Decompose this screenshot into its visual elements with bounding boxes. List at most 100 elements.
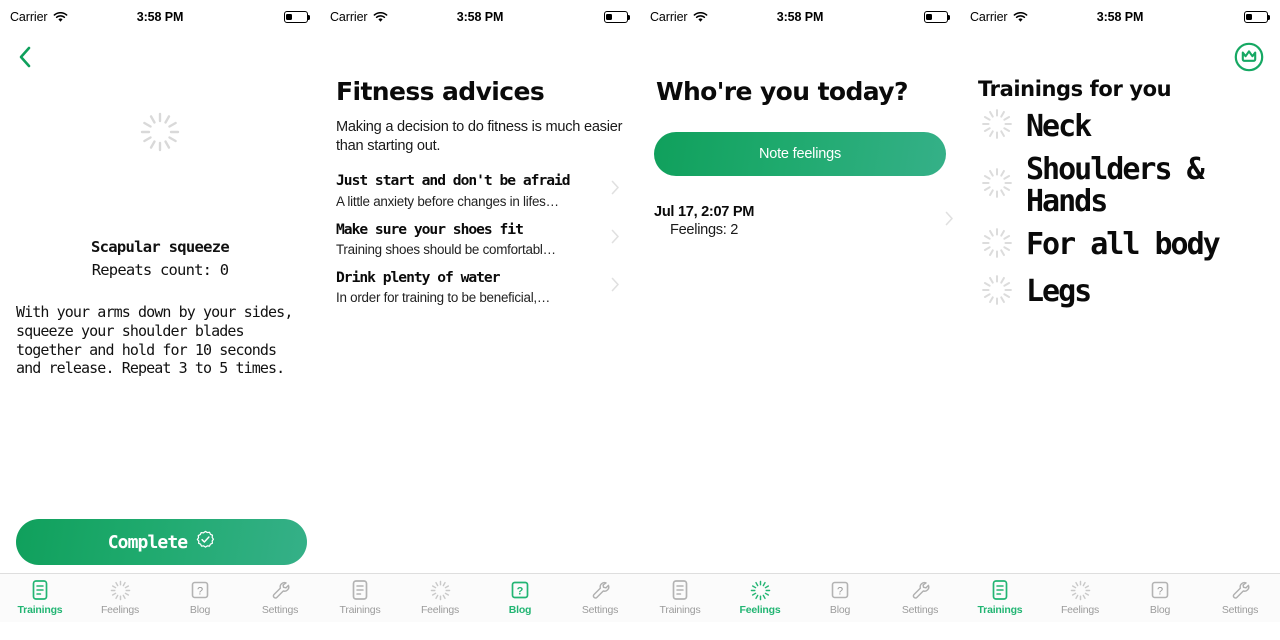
tab-settings[interactable]: Settings xyxy=(1200,579,1280,616)
tab-label-trainings: Trainings xyxy=(339,604,381,616)
question-box-icon: ? xyxy=(1149,579,1171,601)
note-feelings-button[interactable]: Note feelings xyxy=(654,131,946,176)
tab-bar: Trainings Feelings ? Blog Settings xyxy=(640,573,960,622)
spinner-circle-icon xyxy=(429,579,451,601)
tab-label-settings: Settings xyxy=(581,604,619,616)
advice-text: Drink plenty of water In order for train… xyxy=(336,269,603,305)
tab-settings[interactable]: Settings xyxy=(880,579,960,616)
tab-trainings[interactable]: Trainings xyxy=(0,579,80,616)
tab-bar: Trainings Feelings ? Blog Settings xyxy=(320,573,640,622)
trainings-list: Neck Shoulders & Hands For all body Legs xyxy=(974,107,1266,312)
tab-blog[interactable]: ? Blog xyxy=(800,579,880,616)
tab-blog[interactable]: ? Blog xyxy=(1120,579,1200,616)
list-item[interactable]: For all body xyxy=(974,226,1266,265)
crown-circle-icon[interactable] xyxy=(1232,40,1266,74)
question-box-icon: ? xyxy=(189,579,211,601)
tab-label-blog: Blog xyxy=(508,604,532,616)
feeling-entry-text: Jul 17, 2:07 PM Feelings: 2 xyxy=(654,204,937,238)
status-bar: Carrier 3:58 PM xyxy=(960,0,1280,34)
feeling-entry-count: Feelings: 2 xyxy=(670,221,739,238)
tab-label-trainings: Trainings xyxy=(977,604,1023,616)
home-indicator xyxy=(420,629,540,633)
exercise-content: Scapular squeeze Repeats count: 0 With y… xyxy=(0,34,320,583)
tab-feelings[interactable]: Feelings xyxy=(80,579,160,616)
tab-label-feelings: Feelings xyxy=(1060,604,1100,616)
list-item[interactable]: Just start and don't be afraid A little … xyxy=(334,172,626,209)
advice-subtitle: In order for training to be beneficial,… xyxy=(336,290,551,306)
home-indicator xyxy=(740,629,860,633)
loading-spinner-icon xyxy=(138,110,182,159)
status-time: 3:58 PM xyxy=(456,10,504,24)
status-bar-right xyxy=(284,11,312,23)
tab-label-trainings: Trainings xyxy=(17,604,63,616)
screens-container: Carrier 3:58 PM Scapular squeeze Repeats… xyxy=(0,0,1280,640)
chevron-right-icon xyxy=(611,180,620,200)
advice-subtitle: A little anxiety before changes in lifes… xyxy=(336,193,559,209)
page-title: Trainings for you xyxy=(978,77,1172,101)
document-icon xyxy=(669,579,691,601)
wrench-icon xyxy=(269,579,291,601)
screen-feelings: Carrier 3:58 PM Who're you today? Note f… xyxy=(640,0,960,640)
status-time: 3:58 PM xyxy=(136,10,184,24)
complete-button[interactable]: Complete xyxy=(16,519,307,565)
tab-label-blog: Blog xyxy=(1149,604,1171,616)
tab-trainings[interactable]: Trainings xyxy=(320,579,400,616)
tab-feelings[interactable]: Feelings xyxy=(400,579,480,616)
list-item[interactable]: Shoulders & Hands xyxy=(974,154,1266,218)
chevron-right-icon xyxy=(611,229,620,249)
svg-text:?: ? xyxy=(837,585,843,597)
battery-icon xyxy=(284,11,311,23)
advice-subtitle: Training shoes should be comfortabl… xyxy=(336,241,556,257)
list-item[interactable]: Legs xyxy=(974,273,1266,312)
status-time: 3:58 PM xyxy=(1096,10,1144,24)
tab-label-settings: Settings xyxy=(1221,604,1259,616)
page-title: Fitness advices xyxy=(336,77,545,106)
list-item[interactable]: Neck xyxy=(974,107,1266,146)
feeling-entry-date: Jul 17, 2:07 PM xyxy=(654,203,755,220)
wrench-icon xyxy=(909,579,931,601)
tab-feelings[interactable]: Feelings xyxy=(720,579,800,616)
status-bar: Carrier 3:58 PM xyxy=(0,0,320,34)
svg-text:?: ? xyxy=(517,585,524,597)
list-item[interactable]: Jul 17, 2:07 PM Feelings: 2 xyxy=(640,204,960,238)
loading-spinner-icon xyxy=(980,226,1014,265)
document-icon xyxy=(29,579,51,601)
tab-label-blog: Blog xyxy=(189,604,211,616)
home-indicator xyxy=(1060,629,1180,633)
document-icon xyxy=(349,579,371,601)
spinner-circle-icon xyxy=(749,579,771,601)
status-bar-right xyxy=(924,11,952,23)
tab-blog[interactable]: ? Blog xyxy=(480,579,560,616)
tab-trainings[interactable]: Trainings xyxy=(960,579,1040,616)
tab-bar: Trainings Feelings ? Blog Settings xyxy=(0,573,320,622)
tab-blog[interactable]: ? Blog xyxy=(160,579,240,616)
exercise-repeats-count: Repeats count: 0 xyxy=(91,261,229,279)
tab-feelings[interactable]: Feelings xyxy=(1040,579,1120,616)
advice-title: Drink plenty of water xyxy=(336,268,501,286)
nav-bar xyxy=(960,34,1280,80)
tab-settings[interactable]: Settings xyxy=(240,579,320,616)
blog-content: Fitness advices Making a decision to do … xyxy=(320,78,640,583)
screen-exercise-detail: Carrier 3:58 PM Scapular squeeze Repeats… xyxy=(0,0,320,640)
document-icon xyxy=(989,579,1011,601)
home-indicator xyxy=(100,629,220,633)
screen-blog: Carrier 3:58 PM Fitness advices Making a… xyxy=(320,0,640,640)
list-item[interactable]: Make sure your shoes fit Training shoes … xyxy=(334,221,626,257)
exercise-description: With your arms down by your sides, squee… xyxy=(16,303,293,378)
tab-trainings[interactable]: Trainings xyxy=(640,579,720,616)
tab-label-feelings: Feelings xyxy=(420,604,460,616)
trainings-content: Trainings for you Neck Shoulders & Hands xyxy=(960,77,1280,583)
note-feelings-label: Note feelings xyxy=(758,145,842,162)
screen-trainings: Carrier 3:58 PM Trainings for you Neck S… xyxy=(960,0,1280,640)
chevron-right-icon xyxy=(611,277,620,297)
status-bar-right xyxy=(1244,11,1272,23)
tab-bar: Trainings Feelings ? Blog Settings xyxy=(960,573,1280,622)
tab-settings[interactable]: Settings xyxy=(560,579,640,616)
status-time: 3:58 PM xyxy=(776,10,824,24)
list-item[interactable]: Drink plenty of water In order for train… xyxy=(334,269,626,305)
advice-title: Just start and don't be afraid xyxy=(336,172,571,190)
question-box-icon: ? xyxy=(829,579,851,601)
training-label: For all body xyxy=(1026,227,1221,263)
training-label: Shoulders & Hands xyxy=(1026,152,1205,219)
check-seal-icon xyxy=(196,530,215,554)
